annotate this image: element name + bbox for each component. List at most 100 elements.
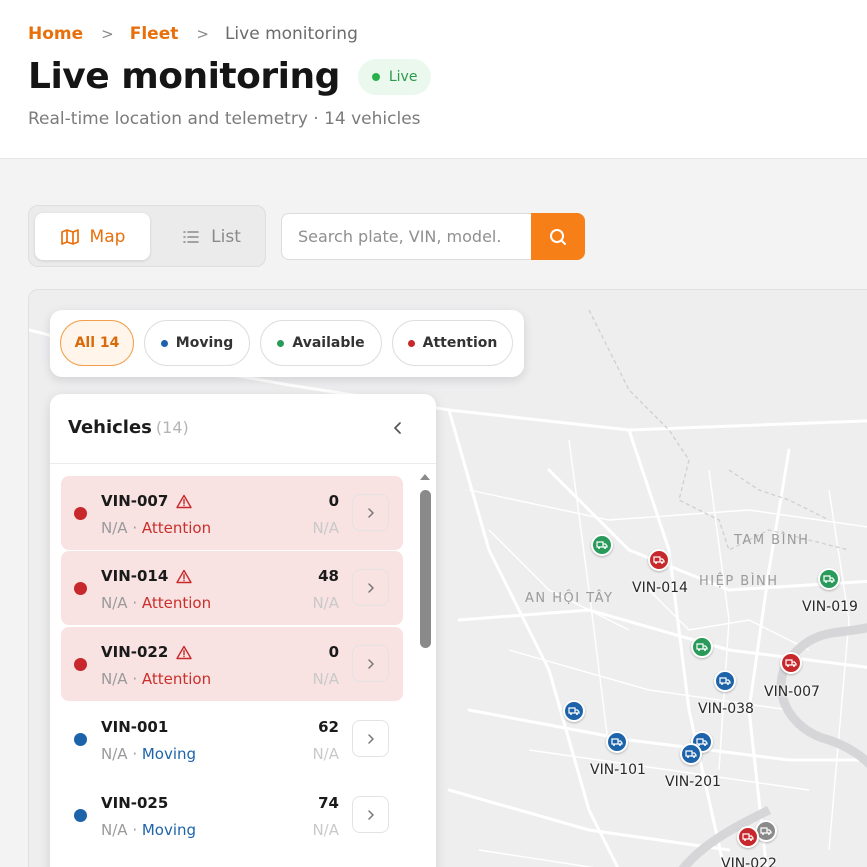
map-icon	[60, 228, 79, 245]
vehicle-meta: N/A · Attention	[101, 594, 212, 612]
truck-icon	[696, 643, 708, 651]
vehicle-marker-moving[interactable]	[680, 743, 702, 765]
vehicle-row[interactable]: VIN-001 N/A · Moving 62 N/A	[61, 702, 403, 776]
vehicle-speed-sub: N/A	[312, 519, 339, 537]
list-icon	[183, 230, 199, 243]
truck-icon	[785, 659, 797, 667]
vehicle-status: Attention	[141, 670, 212, 688]
vehicle-plate: VIN-014	[101, 567, 192, 585]
live-dot-icon	[371, 72, 380, 81]
vehicle-plate: VIN-025	[101, 794, 168, 812]
filter-chip-label: Available	[292, 335, 365, 351]
vehicle-location: N/A	[101, 821, 128, 839]
scroll-up-arrow-icon[interactable]	[419, 472, 431, 482]
collapse-panel-button[interactable]	[386, 416, 410, 440]
vehicle-plate: VIN-022	[101, 643, 192, 661]
map-view-button[interactable]: Map	[35, 213, 150, 260]
available-dot-icon	[277, 339, 285, 347]
vehicle-marker-available[interactable]	[818, 568, 840, 590]
vehicle-plate-text: VIN-014	[101, 567, 169, 585]
vehicle-speed-sub: N/A	[312, 670, 339, 688]
vehicle-marker-label: VIN-007	[764, 684, 820, 700]
vehicle-speed: 48	[318, 567, 339, 585]
vehicle-marker-label: VIN-022	[721, 856, 777, 867]
status-dot-icon	[74, 809, 87, 822]
live-status-badge: Live	[357, 58, 432, 95]
open-vehicle-button[interactable]	[352, 645, 389, 682]
breadcrumb-home[interactable]: Home	[28, 24, 83, 44]
search-icon	[550, 228, 566, 245]
vehicle-plate-text: VIN-025	[101, 794, 169, 812]
vehicle-location: N/A	[101, 670, 128, 688]
vehicle-marker-moving[interactable]	[606, 731, 628, 753]
map-district-label: TAM BÌNH	[734, 533, 810, 548]
truck-icon	[823, 575, 835, 583]
vehicle-marker-attention[interactable]	[648, 549, 670, 571]
vehicle-marker-moving[interactable]	[563, 700, 585, 722]
status-dot-icon	[74, 582, 87, 595]
truck-icon	[760, 827, 772, 835]
filter-chip-attention[interactable]: Attention	[392, 320, 513, 366]
truck-icon	[742, 833, 754, 841]
page-title: Live monitoring	[28, 56, 340, 97]
vehicle-plate: VIN-001	[101, 718, 168, 736]
vehicle-list-scrollbar[interactable]	[418, 472, 432, 867]
search-input[interactable]	[281, 213, 532, 260]
open-vehicle-button[interactable]	[352, 720, 389, 757]
vehicle-marker-attention[interactable]	[780, 652, 802, 674]
chevron-left-icon	[394, 422, 401, 434]
filter-chip-label: Attention	[422, 335, 498, 351]
open-vehicle-button[interactable]	[352, 494, 389, 531]
filter-chip-available[interactable]: Available	[260, 320, 382, 366]
truck-icon	[596, 541, 608, 549]
vehicle-row[interactable]: VIN-022 N/A · Attention 0 N/A	[61, 627, 403, 701]
vehicle-row[interactable]: VIN-025 N/A · Moving 74 N/A	[61, 778, 403, 852]
filter-chip-label: Moving	[175, 335, 234, 351]
vehicle-marker-attention[interactable]	[737, 826, 759, 848]
chevron-right-icon: >	[101, 25, 114, 43]
scrollbar-thumb[interactable]	[420, 490, 431, 648]
vehicle-marker-label: VIN-014	[632, 580, 688, 596]
warning-icon	[176, 645, 192, 659]
open-vehicle-button[interactable]	[352, 796, 389, 833]
vehicle-status: Moving	[141, 821, 197, 839]
search-bar	[281, 213, 585, 260]
filter-chip-label: All 14	[74, 335, 120, 351]
vehicle-speed: 74	[318, 794, 339, 812]
search-button[interactable]	[531, 213, 585, 260]
vehicle-plate-text: VIN-022	[101, 643, 169, 661]
truck-icon	[568, 707, 580, 715]
breadcrumb-fleet[interactable]: Fleet	[130, 24, 179, 44]
vehicle-marker-available[interactable]	[591, 534, 613, 556]
moving-dot-icon	[160, 339, 168, 347]
vehicle-marker-available[interactable]	[691, 636, 713, 658]
status-dot-icon	[74, 658, 87, 671]
view-toggle: Map List	[28, 205, 266, 267]
list-view-button[interactable]: List	[161, 213, 261, 260]
open-vehicle-button[interactable]	[352, 569, 389, 606]
breadcrumb-current: Live monitoring	[224, 24, 358, 44]
map-district-label: HIỆP BÌNH	[699, 574, 779, 589]
chevron-right-icon: >	[196, 25, 209, 43]
status-filter-bar: All 14 Moving Available Attention	[50, 310, 524, 377]
vehicle-meta: N/A · Attention	[101, 519, 212, 537]
chevron-right-icon	[367, 809, 374, 820]
vehicle-speed: 0	[328, 643, 339, 661]
attention-dot-icon	[407, 339, 415, 347]
warning-icon	[176, 494, 192, 508]
breadcrumb: Home > Fleet > Live monitoring	[28, 24, 358, 44]
filter-chip-moving[interactable]: Moving	[144, 320, 250, 366]
map-view-label: Map	[89, 226, 126, 247]
vehicle-plate: VIN-007	[101, 492, 192, 510]
filter-chip-all[interactable]: All 14	[60, 320, 134, 366]
vehicle-plate-text: VIN-001	[101, 718, 169, 736]
vehicle-marker-moving[interactable]	[714, 670, 736, 692]
warning-icon	[176, 569, 192, 583]
vehicle-marker-label: VIN-038	[698, 701, 754, 717]
vehicle-status: Attention	[141, 519, 212, 537]
vehicle-row[interactable]: VIN-014 N/A · Attention 48 N/A	[61, 551, 403, 625]
vehicle-row[interactable]: VIN-007 N/A · Attention 0 N/A	[61, 476, 403, 550]
vehicle-marker-label: VIN-201	[665, 774, 721, 790]
truck-icon	[653, 556, 665, 564]
truck-icon	[611, 738, 623, 746]
